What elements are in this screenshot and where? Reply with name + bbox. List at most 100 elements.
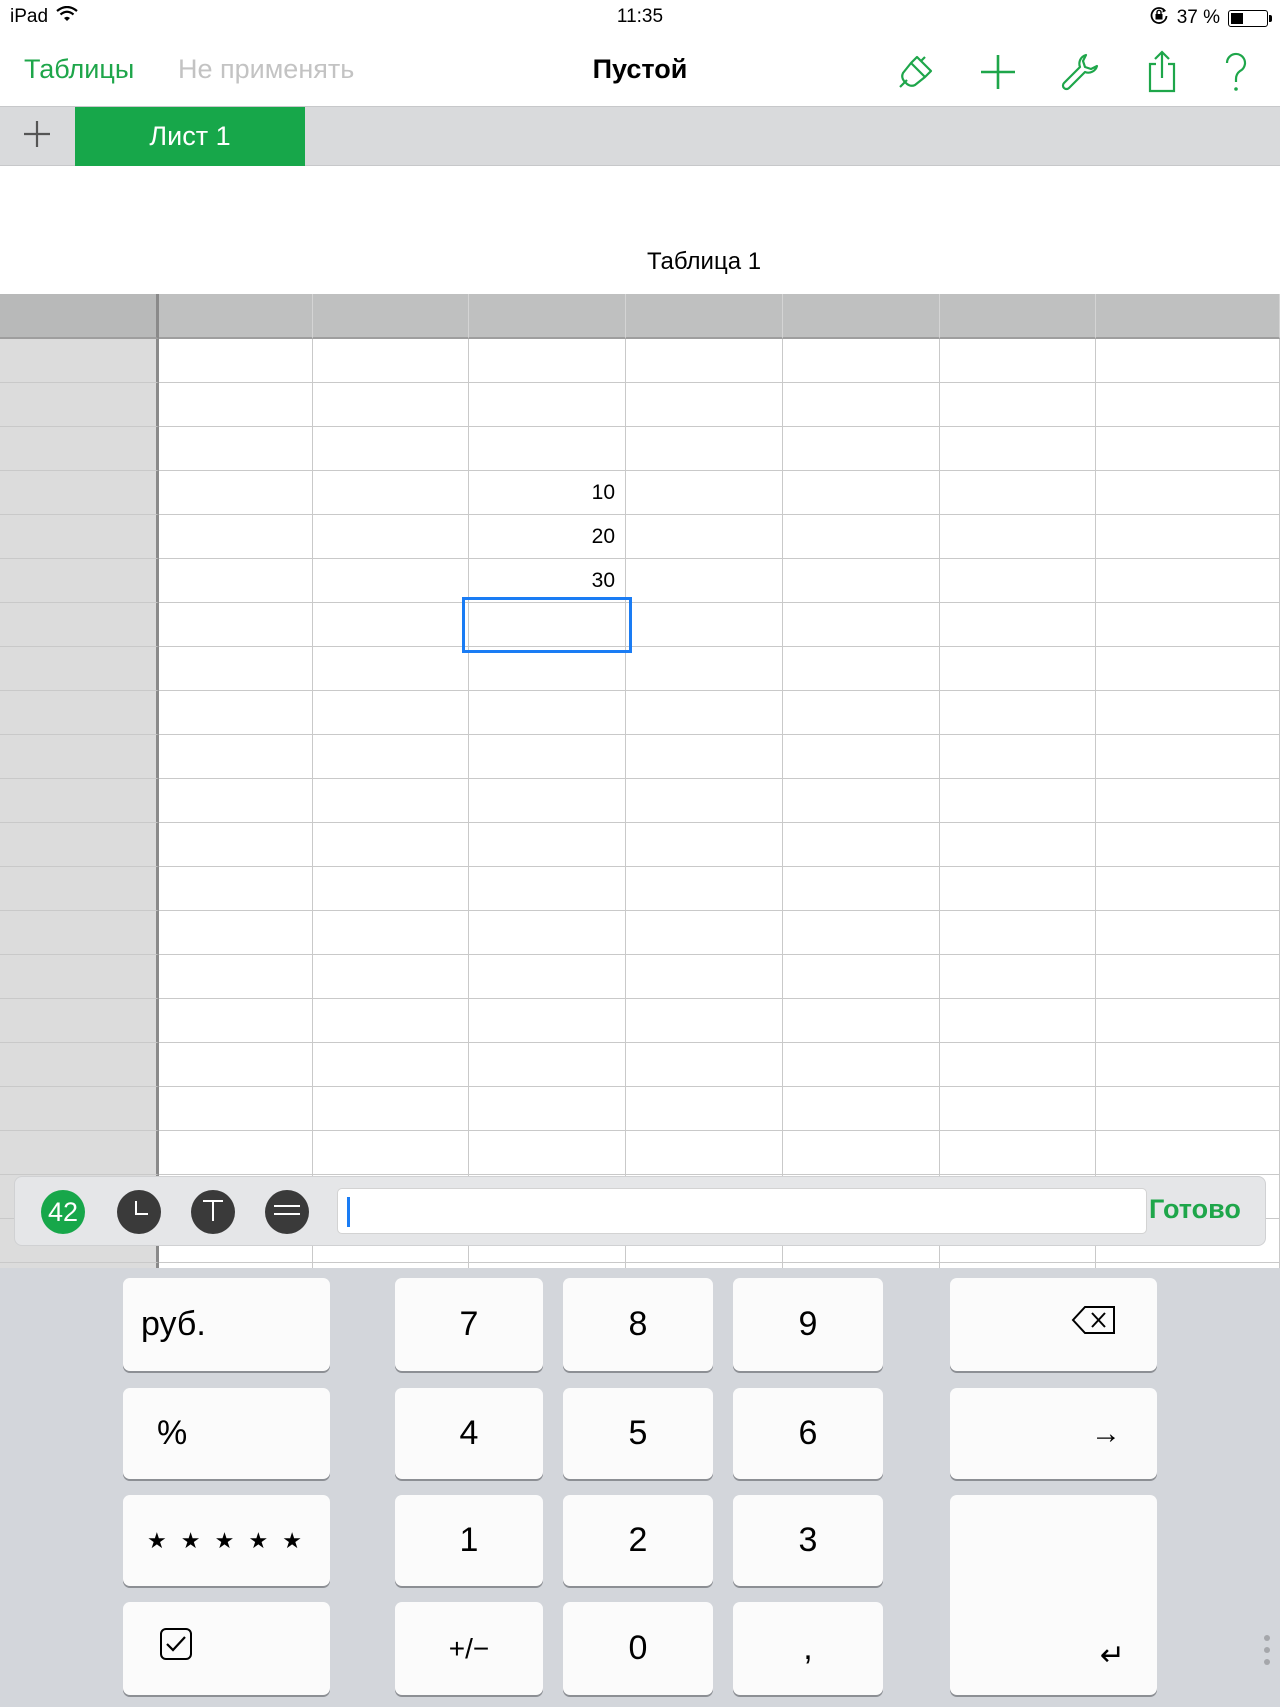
table-cell[interactable] — [626, 427, 783, 471]
table-cell[interactable] — [313, 779, 469, 823]
table-cell[interactable] — [313, 735, 469, 779]
column-header[interactable] — [313, 294, 469, 339]
table-cell[interactable] — [783, 515, 940, 559]
table-cell[interactable] — [469, 1131, 626, 1175]
table-cell[interactable] — [783, 911, 940, 955]
table-cell[interactable] — [159, 515, 313, 559]
spreadsheet-grid[interactable]: 10 20 30 — [0, 294, 1280, 1268]
table-cell[interactable]: 10 — [469, 471, 626, 515]
table-cell[interactable] — [159, 647, 313, 691]
formula-format-button[interactable] — [265, 1190, 309, 1234]
table-cell[interactable] — [783, 823, 940, 867]
table-cell[interactable] — [469, 735, 626, 779]
table-cell[interactable] — [159, 1087, 313, 1131]
table-cell[interactable] — [469, 427, 626, 471]
column-header[interactable] — [1096, 294, 1280, 339]
table-cell[interactable] — [783, 339, 940, 383]
table-cell[interactable] — [313, 339, 469, 383]
table-cell[interactable] — [159, 911, 313, 955]
table-cell[interactable] — [159, 339, 313, 383]
table-cell[interactable] — [940, 471, 1096, 515]
table-cell[interactable] — [1096, 1131, 1280, 1175]
table-cell[interactable] — [940, 955, 1096, 999]
table-cell[interactable] — [469, 339, 626, 383]
table-cell[interactable] — [159, 1043, 313, 1087]
row-header[interactable] — [0, 735, 159, 779]
table-cell[interactable] — [313, 647, 469, 691]
corner-header[interactable] — [0, 294, 159, 339]
table-cell[interactable] — [1096, 1043, 1280, 1087]
format-brush-icon[interactable] — [892, 48, 940, 96]
table-cell[interactable] — [313, 1131, 469, 1175]
table-cell[interactable] — [159, 383, 313, 427]
selected-cell[interactable] — [462, 597, 632, 653]
table-cell[interactable] — [1096, 867, 1280, 911]
help-icon[interactable] — [1212, 48, 1260, 96]
table-cell[interactable] — [1096, 427, 1280, 471]
table-cell[interactable] — [1096, 999, 1280, 1043]
table-cell[interactable] — [313, 515, 469, 559]
row-header[interactable] — [0, 383, 159, 427]
table-cell[interactable] — [1096, 515, 1280, 559]
table-cell[interactable] — [469, 383, 626, 427]
currency-key[interactable]: руб. — [123, 1278, 330, 1371]
table-cell[interactable] — [469, 691, 626, 735]
rating-key[interactable]: ★ ★ ★ ★ ★ — [123, 1495, 330, 1586]
table-cell[interactable] — [783, 1131, 940, 1175]
table-cell[interactable] — [783, 691, 940, 735]
table-cell[interactable] — [313, 603, 469, 647]
table-cell[interactable] — [626, 515, 783, 559]
done-button[interactable]: Готово — [1149, 1194, 1241, 1225]
table-cell[interactable] — [313, 999, 469, 1043]
table-cell[interactable] — [626, 823, 783, 867]
table-cell[interactable] — [783, 559, 940, 603]
digit-8-key[interactable]: 8 — [563, 1278, 713, 1371]
table-cell[interactable] — [313, 427, 469, 471]
row-header[interactable] — [0, 691, 159, 735]
row-header[interactable] — [0, 339, 159, 383]
sheet-tab-active[interactable]: Лист 1 — [75, 107, 305, 166]
table-cell[interactable] — [1096, 647, 1280, 691]
table-cell[interactable] — [940, 1131, 1096, 1175]
table-cell[interactable] — [313, 471, 469, 515]
table-cell[interactable] — [313, 559, 469, 603]
table-cell[interactable] — [783, 471, 940, 515]
number-format-button[interactable]: 42 — [41, 1190, 85, 1234]
table-cell[interactable] — [313, 955, 469, 999]
table-cell[interactable] — [626, 867, 783, 911]
table-cell[interactable] — [626, 1131, 783, 1175]
row-header[interactable] — [0, 603, 159, 647]
backspace-key[interactable] — [950, 1278, 1157, 1371]
table-cell[interactable] — [783, 955, 940, 999]
table-cell[interactable] — [469, 1043, 626, 1087]
table-cell[interactable] — [626, 647, 783, 691]
digit-3-key[interactable]: 3 — [733, 1495, 883, 1586]
table-cell[interactable] — [313, 691, 469, 735]
table-cell[interactable] — [159, 823, 313, 867]
table-cell[interactable] — [159, 955, 313, 999]
table-cell[interactable] — [940, 867, 1096, 911]
table-cell[interactable] — [626, 603, 783, 647]
table-cell[interactable] — [159, 867, 313, 911]
table-cell[interactable] — [159, 779, 313, 823]
table-cell[interactable] — [940, 823, 1096, 867]
table-cell[interactable] — [313, 867, 469, 911]
digit-6-key[interactable]: 6 — [733, 1388, 883, 1479]
row-header[interactable] — [0, 1087, 159, 1131]
row-header[interactable] — [0, 559, 159, 603]
row-header[interactable] — [0, 823, 159, 867]
column-header[interactable] — [783, 294, 940, 339]
table-title[interactable]: Таблица 1 — [0, 248, 1280, 276]
table-cell[interactable] — [940, 1087, 1096, 1131]
decimal-comma-key[interactable]: , — [733, 1602, 883, 1695]
table-cell[interactable] — [469, 999, 626, 1043]
table-cell[interactable] — [783, 735, 940, 779]
table-cell[interactable] — [469, 1087, 626, 1131]
table-cell[interactable] — [469, 779, 626, 823]
table-cell[interactable] — [940, 603, 1096, 647]
row-header[interactable] — [0, 1131, 159, 1175]
table-cell[interactable] — [1096, 955, 1280, 999]
table-cell[interactable] — [940, 559, 1096, 603]
table-cell[interactable] — [626, 339, 783, 383]
table-cell[interactable] — [1096, 383, 1280, 427]
